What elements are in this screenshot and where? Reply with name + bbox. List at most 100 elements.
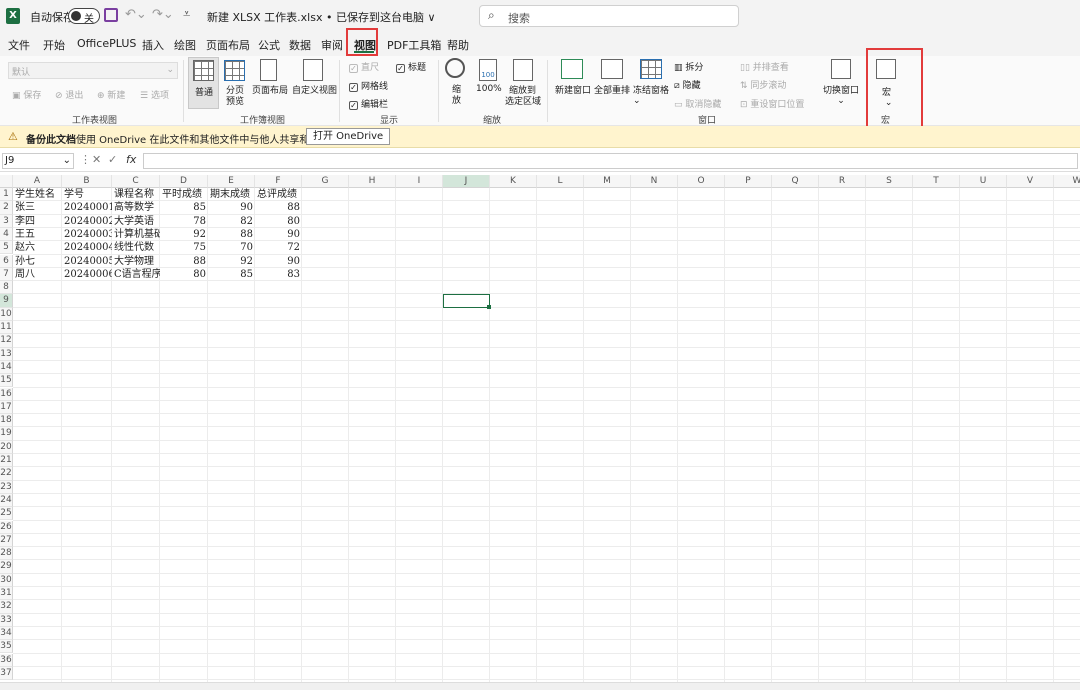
row-header[interactable]: 5 bbox=[0, 241, 13, 255]
column-header[interactable]: I bbox=[396, 175, 443, 188]
row-header[interactable]: 17 bbox=[0, 400, 13, 415]
row-header[interactable]: 37 bbox=[0, 666, 13, 681]
tab-review[interactable]: 审阅 bbox=[321, 37, 343, 53]
enter-icon[interactable]: ✓ bbox=[108, 153, 117, 166]
data-cell[interactable]: 85 bbox=[208, 268, 255, 281]
data-cell[interactable]: 周八 bbox=[13, 268, 62, 281]
selected-cell-border[interactable] bbox=[443, 294, 490, 308]
save-icon[interactable] bbox=[104, 8, 118, 22]
data-cell[interactable]: 92 bbox=[160, 228, 208, 241]
column-header[interactable]: G bbox=[302, 175, 349, 188]
data-cell[interactable]: 90 bbox=[255, 228, 302, 241]
data-cell[interactable]: 88 bbox=[255, 201, 302, 214]
data-cell[interactable]: 70 bbox=[208, 241, 255, 254]
tab-file[interactable]: 文件 bbox=[8, 37, 30, 53]
column-header[interactable]: N bbox=[631, 175, 678, 188]
row-header[interactable]: 22 bbox=[0, 467, 13, 481]
data-cell[interactable]: 20240002 bbox=[62, 215, 112, 228]
column-header[interactable]: A bbox=[13, 175, 62, 188]
formula-input[interactable] bbox=[143, 153, 1078, 169]
formula-bar-checkbox[interactable]: ✓ 编辑栏 bbox=[349, 97, 388, 110]
row-header[interactable]: 25 bbox=[0, 507, 13, 521]
row-header[interactable]: 23 bbox=[0, 480, 13, 494]
header-cell[interactable]: 平时成绩 bbox=[160, 188, 208, 201]
column-header[interactable]: H bbox=[349, 175, 396, 188]
data-cell[interactable]: 88 bbox=[160, 255, 208, 268]
row-header[interactable]: 16 bbox=[0, 387, 13, 401]
column-header[interactable]: B bbox=[62, 175, 112, 188]
column-header[interactable]: R bbox=[819, 175, 866, 188]
name-box[interactable]: J9 ⌄ bbox=[2, 153, 74, 169]
row-header[interactable]: 8 bbox=[0, 281, 13, 295]
row-header[interactable]: 21 bbox=[0, 454, 13, 468]
data-cell[interactable]: 78 bbox=[160, 215, 208, 228]
column-header[interactable]: F bbox=[255, 175, 302, 188]
column-header[interactable]: W bbox=[1054, 175, 1080, 188]
sync-scroll-button[interactable]: ⇅ 同步滚动 bbox=[740, 78, 786, 91]
split-button[interactable]: ▥ 拆分 bbox=[674, 60, 703, 73]
column-header[interactable]: T bbox=[913, 175, 960, 188]
ruler-checkbox[interactable]: ✓ 直尺 bbox=[349, 60, 379, 73]
tab-data[interactable]: 数据 bbox=[289, 37, 311, 53]
data-cell[interactable]: 赵六 bbox=[13, 241, 62, 254]
select-all-corner[interactable] bbox=[0, 175, 13, 188]
arrange-all-button[interactable]: 全部重排 bbox=[594, 83, 630, 96]
autosave-toggle[interactable]: 关 bbox=[68, 8, 100, 25]
tab-insert[interactable]: 插入 bbox=[142, 37, 164, 53]
unhide-button[interactable]: ▭ 取消隐藏 bbox=[674, 97, 721, 110]
row-header[interactable]: 32 bbox=[0, 600, 13, 614]
row-header[interactable]: 15 bbox=[0, 374, 13, 388]
switch-window-button[interactable]: 切换窗口 ⌄ bbox=[823, 83, 859, 106]
data-cell[interactable]: 90 bbox=[208, 201, 255, 214]
data-cell[interactable]: C语言程序 bbox=[112, 268, 160, 281]
data-cell[interactable]: 80 bbox=[255, 215, 302, 228]
data-cell[interactable]: 李四 bbox=[13, 215, 62, 228]
customize-qat-icon[interactable]: ⩡ bbox=[183, 7, 190, 22]
data-cell[interactable]: 80 bbox=[160, 268, 208, 281]
search-box[interactable]: ⌕ 搜索 bbox=[479, 5, 739, 27]
row-header[interactable]: 27 bbox=[0, 533, 13, 548]
zoom-selection-label-2[interactable]: 选定区域 bbox=[505, 94, 541, 107]
undo-icon[interactable]: ↶⌄ bbox=[125, 7, 147, 22]
column-header[interactable]: U bbox=[960, 175, 1007, 188]
column-header[interactable]: C bbox=[112, 175, 160, 188]
row-header[interactable]: 18 bbox=[0, 414, 13, 428]
search-input[interactable]: 搜索 bbox=[508, 10, 530, 26]
cancel-icon[interactable]: ✕ bbox=[92, 153, 101, 166]
tab-officeplus[interactable]: OfficePLUS bbox=[77, 37, 136, 50]
freeze-panes-button[interactable]: 冻结窗格 ⌄ bbox=[633, 83, 669, 106]
column-header[interactable]: E bbox=[208, 175, 255, 188]
data-cell[interactable]: 92 bbox=[208, 255, 255, 268]
zoom-label-2[interactable]: 放 bbox=[452, 93, 461, 106]
column-header[interactable]: O bbox=[678, 175, 725, 188]
hide-button[interactable]: ⧄ 隐藏 bbox=[674, 78, 701, 91]
worksheet-grid[interactable]: A B C D E F G H I J K L M N O P Q R S T U V W 1 2 3 4 5 6 7 8 9 10 11 12 13… bbox=[0, 175, 1080, 682]
tab-home[interactable]: 开始 bbox=[43, 37, 65, 53]
document-title[interactable]: 新建 XLSX 工作表.xlsx • 已保存到这台电脑 ∨ bbox=[207, 9, 436, 25]
column-header[interactable]: P bbox=[725, 175, 772, 188]
data-cell[interactable]: 82 bbox=[208, 215, 255, 228]
column-header[interactable]: Q bbox=[772, 175, 819, 188]
data-cell[interactable]: 张三 bbox=[13, 201, 62, 214]
data-cell[interactable]: 72 bbox=[255, 241, 302, 254]
data-cell[interactable]: 20240006 bbox=[62, 268, 112, 281]
data-cell[interactable]: 高等数学 bbox=[112, 201, 160, 214]
column-header[interactable]: L bbox=[537, 175, 584, 188]
page-layout-button[interactable]: 页面布局 bbox=[252, 83, 288, 96]
row-header[interactable]: 26 bbox=[0, 520, 13, 534]
column-header[interactable]: S bbox=[866, 175, 913, 188]
tab-formulas[interactable]: 公式 bbox=[258, 37, 280, 53]
row-header[interactable]: 35 bbox=[0, 640, 13, 654]
side-by-side-button[interactable]: ▯▯ 并排查看 bbox=[740, 60, 789, 73]
column-header[interactable]: J bbox=[443, 175, 490, 188]
reset-window-button[interactable]: ⊡ 重设窗口位置 bbox=[740, 97, 804, 110]
row-header[interactable]: 11 bbox=[0, 321, 13, 335]
column-header[interactable]: D bbox=[160, 175, 208, 188]
data-cell[interactable]: 线性代数 bbox=[112, 241, 160, 254]
data-cell[interactable]: 大学物理 bbox=[112, 255, 160, 268]
row-header[interactable]: 14 bbox=[0, 360, 13, 375]
row-header[interactable]: 10 bbox=[0, 307, 13, 321]
row-header[interactable]: 19 bbox=[0, 427, 13, 441]
header-cell[interactable]: 期末成绩 bbox=[208, 188, 255, 201]
data-cell[interactable]: 20240003 bbox=[62, 228, 112, 241]
